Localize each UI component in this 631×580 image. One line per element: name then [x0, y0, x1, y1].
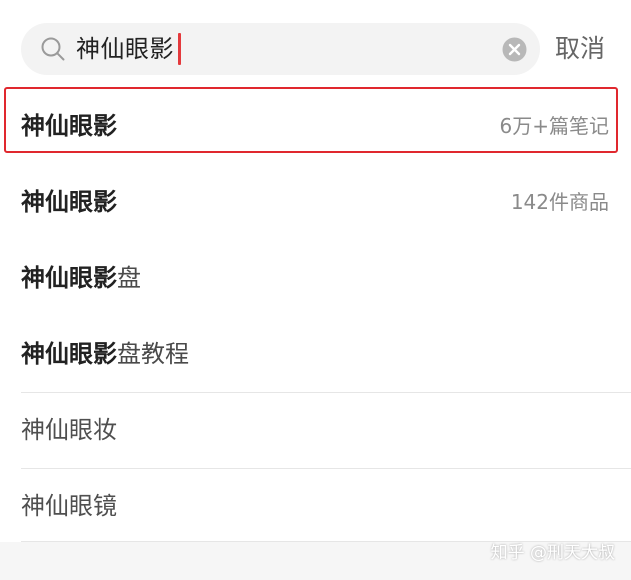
suggestion-rest: 盘 [117, 264, 141, 292]
suggestion-count: 142件商品 [510, 190, 609, 214]
suggestion-match: 神仙眼影 [21, 264, 117, 292]
suggestion-match: 神仙眼影 [21, 112, 117, 140]
search-suggestion-screen: 神仙眼影 取消 神仙眼影 6万+篇笔记 神仙眼影 142件商品 神仙眼影盘 神仙… [0, 0, 631, 580]
search-icon [41, 37, 65, 61]
suggestion-count: 6万+篇笔记 [499, 114, 609, 138]
clear-icon[interactable] [502, 37, 527, 62]
suggestion-label: 神仙眼妆 [21, 392, 117, 468]
suggestion-rest: 神仙眼镜 [21, 492, 117, 520]
watermark: 知乎 @刑天大叔 [490, 543, 615, 563]
suggestion-match: 神仙眼影 [21, 340, 117, 368]
suggestion-item[interactable]: 神仙眼影 6万+篇笔记 [0, 88, 631, 164]
suggestion-match: 神仙眼影 [21, 188, 117, 216]
suggestion-label: 神仙眼镜 [21, 468, 117, 544]
suggestion-item[interactable]: 神仙眼妆 [0, 392, 631, 468]
suggestion-rest: 神仙眼妆 [21, 416, 117, 444]
suggestion-item[interactable]: 神仙眼镜 [0, 468, 631, 544]
search-header: 神仙眼影 取消 [0, 0, 631, 88]
suggestion-label: 神仙眼影 [21, 164, 117, 240]
suggestion-rest: 盘教程 [117, 340, 189, 368]
text-caret [178, 33, 181, 65]
suggestion-label: 神仙眼影盘 [21, 240, 141, 316]
search-input[interactable]: 神仙眼影 [76, 30, 174, 68]
suggestion-label: 神仙眼影 [21, 88, 117, 164]
suggestion-item[interactable]: 神仙眼影 142件商品 [0, 164, 631, 240]
suggestion-label: 神仙眼影盘教程 [21, 316, 189, 392]
suggestion-item[interactable]: 神仙眼影盘 [0, 240, 631, 316]
suggestion-item[interactable]: 神仙眼影盘教程 [0, 316, 631, 392]
cancel-button[interactable]: 取消 [555, 30, 605, 68]
suggestion-list: 神仙眼影 6万+篇笔记 神仙眼影 142件商品 神仙眼影盘 神仙眼影盘教程 神仙… [0, 88, 631, 544]
